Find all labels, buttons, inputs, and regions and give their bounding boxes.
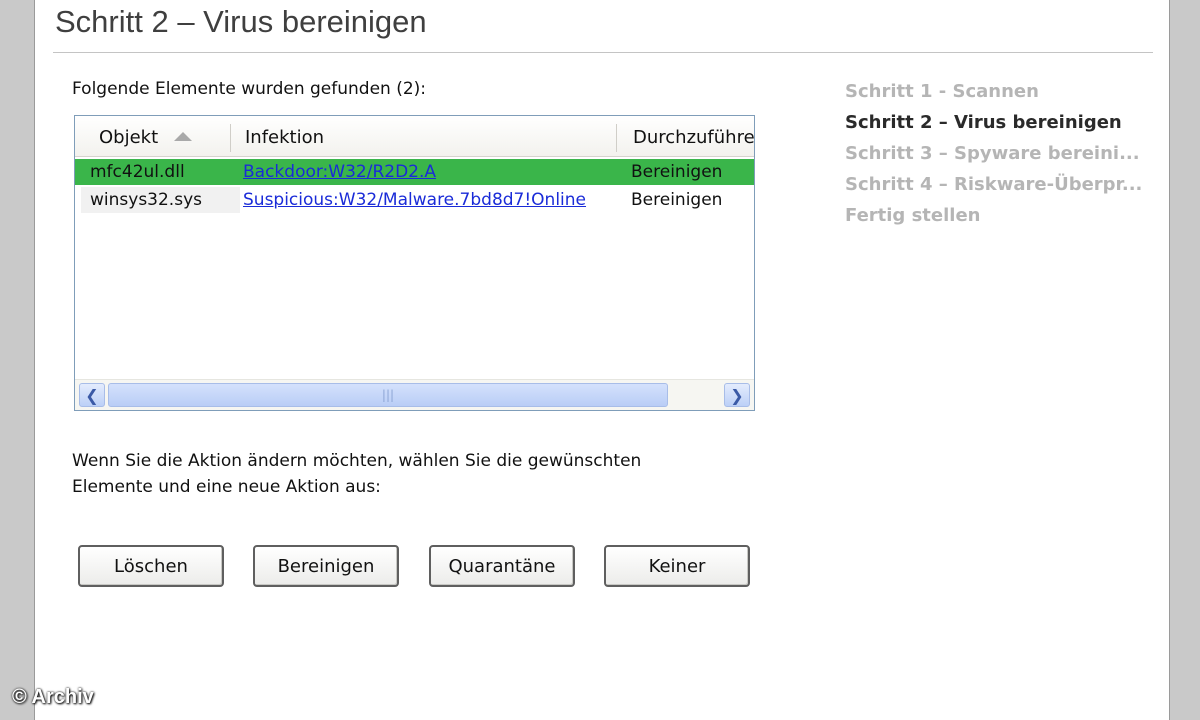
column-separator[interactable] (616, 124, 617, 152)
chevron-left-icon: ❮ (85, 385, 99, 405)
row-infection-link[interactable]: Suspicious:W32/Malware.7bd8d7!Online (243, 187, 621, 213)
column-header-object[interactable]: Objekt (99, 116, 193, 156)
scroll-thumb[interactable]: ||| (108, 383, 668, 407)
results-list[interactable]: Objekt Infektion Durchzuführe mfc42ul.dl… (74, 115, 755, 411)
table-row[interactable]: winsys32.sys Suspicious:W32/Malware.7bd8… (75, 187, 754, 213)
list-header: Objekt Infektion Durchzuführe (75, 116, 754, 157)
step-clean-virus: Schritt 2 – Virus bereinigen (845, 107, 1167, 138)
action-hint-line1: Wenn Sie die Aktion ändern möchten, wähl… (72, 451, 642, 471)
wizard-window: Schritt 2 – Virus bereinigen Folgende El… (34, 0, 1170, 720)
row-object: mfc42ul.dll (90, 162, 185, 182)
column-header-object-label: Objekt (99, 127, 159, 148)
horizontal-scrollbar[interactable]: ❮ ||| ❯ (75, 379, 754, 410)
found-items-label: Folgende Elemente wurden gefunden (2): (72, 79, 427, 99)
step-clean-spyware: Schritt 3 – Spyware bereini... (845, 143, 1140, 164)
table-row[interactable]: mfc42ul.dll Backdoor:W32/R2D2.A Bereinig… (75, 159, 754, 185)
quarantine-button[interactable]: Quarantäne (429, 545, 575, 587)
column-header-infection[interactable]: Infektion (245, 116, 324, 156)
column-header-action-label: Durchzuführe (633, 127, 755, 148)
row-action: Bereinigen (631, 190, 723, 210)
delete-button[interactable]: Löschen (78, 545, 224, 587)
step-check-riskware: Schritt 4 – Riskware-Überpr... (845, 174, 1143, 195)
step-scan: Schritt 1 - Scannen (845, 81, 1039, 102)
title-divider (53, 52, 1153, 53)
chevron-right-icon: ❯ (730, 385, 744, 405)
copyright-watermark: © Archiv (12, 686, 94, 708)
page-title: Schritt 2 – Virus bereinigen (55, 4, 427, 39)
action-hint: Wenn Sie die Aktion ändern möchten, wähl… (72, 448, 641, 500)
scroll-thumb-grip: ||| (381, 388, 395, 402)
none-button[interactable]: Keiner (604, 545, 750, 587)
row-object: winsys32.sys (81, 187, 240, 213)
step-finish: Fertig stellen (845, 205, 981, 226)
row-infection-link[interactable]: Backdoor:W32/R2D2.A (243, 159, 621, 185)
column-separator[interactable] (230, 124, 231, 152)
sort-ascending-icon (174, 131, 193, 141)
row-action: Bereinigen (631, 162, 723, 182)
scroll-left-button[interactable]: ❮ (79, 383, 105, 407)
clean-button[interactable]: Bereinigen (253, 545, 399, 587)
action-hint-line2: Elemente und eine neue Aktion aus: (72, 477, 381, 497)
wizard-steps: Schritt 1 - Scannen Schritt 2 – Virus be… (845, 76, 1167, 231)
scroll-right-button[interactable]: ❯ (724, 383, 750, 407)
column-header-infection-label: Infektion (245, 127, 325, 148)
column-header-action[interactable]: Durchzuführe (633, 116, 755, 156)
step-clean-virus-label: Schritt 2 – Virus bereinigen (845, 112, 1122, 133)
